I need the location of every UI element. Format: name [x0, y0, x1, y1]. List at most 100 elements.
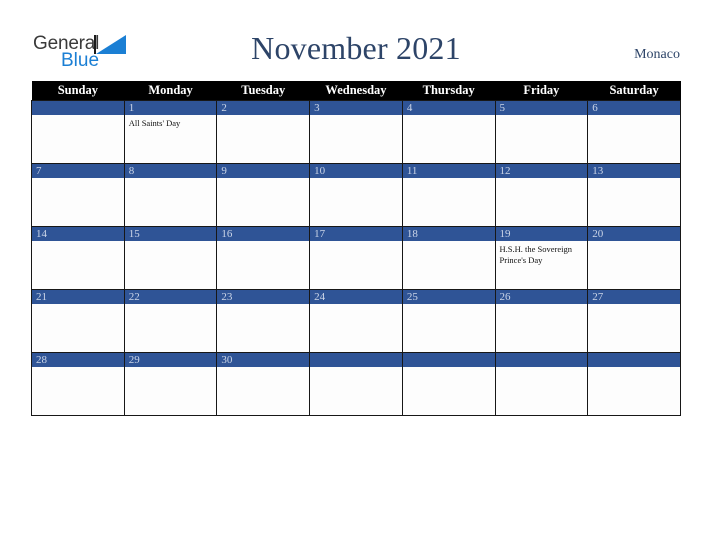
- calendar-day-cell[interactable]: 21: [31, 289, 125, 353]
- day-number: 11: [402, 164, 495, 178]
- day-number: 30: [217, 353, 310, 367]
- calendar-day-cell[interactable]: 29: [123, 352, 218, 416]
- calendar-day-cell[interactable]: 16: [216, 226, 311, 290]
- page-header: General Blue November 2021 Monaco: [0, 0, 712, 80]
- calendar-day-cell[interactable]: 23: [216, 289, 311, 353]
- calendar-day-cell[interactable]: 2: [216, 100, 311, 164]
- calendar-day-cell[interactable]: 19 H.S.H. the Sovereign Prince's Day: [494, 226, 589, 290]
- calendar-day-cell[interactable]: 1 All Saints' Day: [123, 100, 218, 164]
- day-events: [217, 115, 309, 118]
- day-number: 22: [124, 290, 217, 304]
- day-number: 5: [495, 101, 588, 115]
- calendar-empty-cell[interactable]: [309, 352, 403, 416]
- calendar-container: Sunday Monday Tuesday Wednesday Thursday…: [31, 81, 681, 416]
- calendar-table: Sunday Monday Tuesday Wednesday Thursday…: [31, 81, 681, 416]
- calendar-day-cell[interactable]: 7: [31, 163, 125, 227]
- calendar-day-cell[interactable]: 18: [401, 226, 496, 290]
- calendar-week-row: 14 15 16 17 18 19 H.S.H. the Sovereign Prince'…: [31, 226, 681, 290]
- day-events: [496, 178, 588, 181]
- day-number: [310, 353, 402, 367]
- weekday-header-friday: Friday: [495, 81, 588, 101]
- calendar-day-cell[interactable]: 9: [216, 163, 311, 227]
- day-events: [125, 178, 217, 181]
- weekday-header-monday: Monday: [124, 81, 217, 101]
- day-events: [125, 241, 217, 244]
- calendar-week-row: 21 22 23 24 25 26 27: [31, 289, 681, 353]
- day-number: 23: [217, 290, 310, 304]
- day-number: 17: [310, 227, 402, 241]
- calendar-day-cell[interactable]: 24: [309, 289, 403, 353]
- calendar-day-cell[interactable]: 25: [401, 289, 496, 353]
- day-events: [588, 115, 680, 118]
- day-events: [32, 241, 124, 244]
- day-number: 9: [217, 164, 310, 178]
- day-number: [588, 353, 680, 367]
- weekday-header-thursday: Thursday: [402, 81, 496, 101]
- calendar-day-cell[interactable]: 11: [401, 163, 496, 227]
- day-number: [402, 353, 495, 367]
- day-number: 28: [32, 353, 124, 367]
- day-number: 2: [217, 101, 310, 115]
- calendar-day-cell[interactable]: 26: [494, 289, 589, 353]
- day-events: [32, 367, 124, 370]
- weekday-header-tuesday: Tuesday: [216, 81, 310, 101]
- day-events: [588, 304, 680, 307]
- day-events: [403, 304, 495, 307]
- calendar-day-cell[interactable]: 4: [401, 100, 496, 164]
- calendar-body: 1 All Saints' Day 2 3 4 5 6 7 8 9 10 11 12 13 14 15 16 17…: [31, 100, 681, 416]
- day-number: 12: [495, 164, 588, 178]
- calendar-day-cell[interactable]: 12: [494, 163, 589, 227]
- day-number: 20: [588, 227, 680, 241]
- day-number: 21: [32, 290, 124, 304]
- calendar-day-cell[interactable]: 22: [123, 289, 218, 353]
- day-events: [310, 115, 402, 118]
- day-events: [217, 304, 309, 307]
- day-events: [588, 241, 680, 244]
- calendar-day-cell[interactable]: 8: [123, 163, 218, 227]
- holiday-label: H.S.H. the Sovereign Prince's Day: [499, 244, 572, 265]
- calendar-day-cell[interactable]: 20: [587, 226, 681, 290]
- day-number: 10: [310, 164, 402, 178]
- calendar-day-cell[interactable]: 27: [587, 289, 681, 353]
- calendar-day-cell[interactable]: 17: [309, 226, 403, 290]
- calendar-empty-cell[interactable]: [587, 352, 681, 416]
- day-events: [403, 241, 495, 244]
- day-number: 19: [495, 227, 588, 241]
- calendar-empty-cell[interactable]: [31, 100, 125, 164]
- calendar-empty-cell[interactable]: [401, 352, 496, 416]
- day-events: [32, 304, 124, 307]
- calendar-empty-cell[interactable]: [494, 352, 589, 416]
- calendar-day-cell[interactable]: 3: [309, 100, 403, 164]
- calendar-day-cell[interactable]: 14: [31, 226, 125, 290]
- day-events: [217, 241, 309, 244]
- calendar-day-cell[interactable]: 30: [216, 352, 311, 416]
- calendar-day-cell[interactable]: 10: [309, 163, 403, 227]
- day-number: [32, 101, 124, 115]
- calendar-day-cell[interactable]: 5: [494, 100, 589, 164]
- day-events: [125, 367, 217, 370]
- weekday-header-wednesday: Wednesday: [309, 81, 403, 101]
- day-events: [588, 367, 680, 370]
- day-number: 13: [588, 164, 680, 178]
- day-number: 25: [402, 290, 495, 304]
- day-events: [32, 178, 124, 181]
- day-number: 27: [588, 290, 680, 304]
- calendar-day-cell[interactable]: 28: [31, 352, 125, 416]
- day-events: [310, 304, 402, 307]
- day-number: 1: [124, 101, 217, 115]
- calendar-week-row: 28 29 30: [31, 352, 681, 416]
- day-events: [496, 304, 588, 307]
- day-events: [310, 367, 402, 370]
- page-title: November 2021: [251, 30, 461, 66]
- calendar-day-cell[interactable]: 6: [587, 100, 681, 164]
- day-number: 16: [217, 227, 310, 241]
- calendar-day-cell[interactable]: 13: [587, 163, 681, 227]
- location-label: Monaco: [634, 47, 680, 62]
- calendar-day-cell[interactable]: 15: [123, 226, 218, 290]
- calendar-header-row: Sunday Monday Tuesday Wednesday Thursday…: [31, 81, 681, 101]
- day-events: All Saints' Day: [125, 115, 217, 129]
- day-events: [588, 178, 680, 181]
- day-events: [496, 115, 588, 118]
- day-number: 3: [310, 101, 402, 115]
- day-events: [496, 367, 588, 370]
